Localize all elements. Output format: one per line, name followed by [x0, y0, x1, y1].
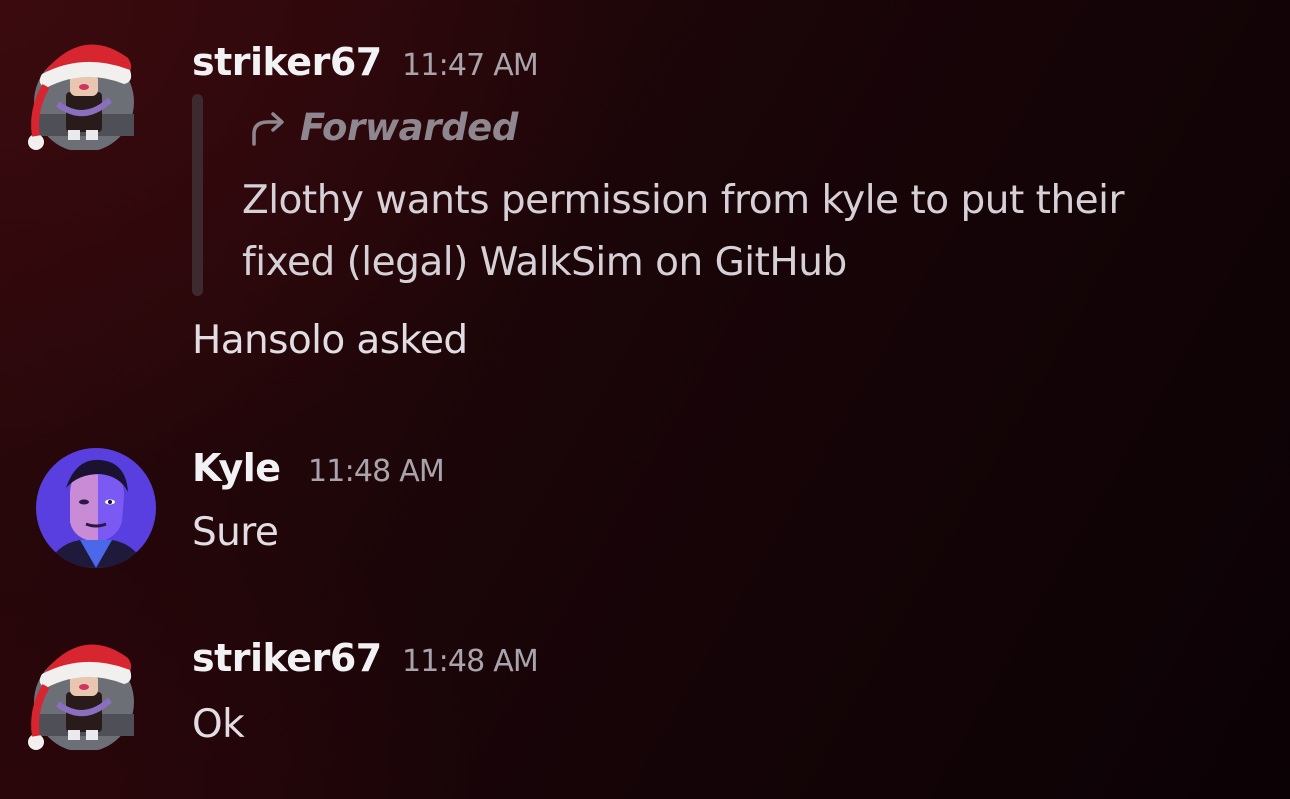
forwarded-message-line: fixed (legal) WalkSim on GitHub	[242, 240, 847, 285]
message-author[interactable]: Kyle	[192, 446, 281, 490]
message-text: Hansolo asked	[192, 318, 468, 363]
message-timestamp: 11:48 AM	[308, 454, 445, 489]
avatar[interactable]	[36, 448, 156, 568]
forwarded-message-line: Zlothy wants permission from kyle to put…	[242, 178, 1125, 223]
message-author[interactable]: striker67	[192, 636, 382, 680]
avatar[interactable]	[24, 30, 144, 150]
forwarded-label: Forwarded	[300, 106, 518, 149]
chat-message-list: striker67 11:47 AM Forwarded Zlothy want…	[0, 0, 1290, 799]
avatar[interactable]	[24, 630, 144, 750]
message-text: Sure	[192, 510, 279, 555]
message-text: Ok	[192, 702, 245, 747]
forward-quote-bar	[192, 94, 203, 296]
message-author[interactable]: striker67	[192, 40, 382, 84]
message-timestamp: 11:48 AM	[402, 644, 539, 679]
message-timestamp: 11:47 AM	[402, 48, 539, 83]
forward-arrow-icon	[252, 112, 284, 146]
